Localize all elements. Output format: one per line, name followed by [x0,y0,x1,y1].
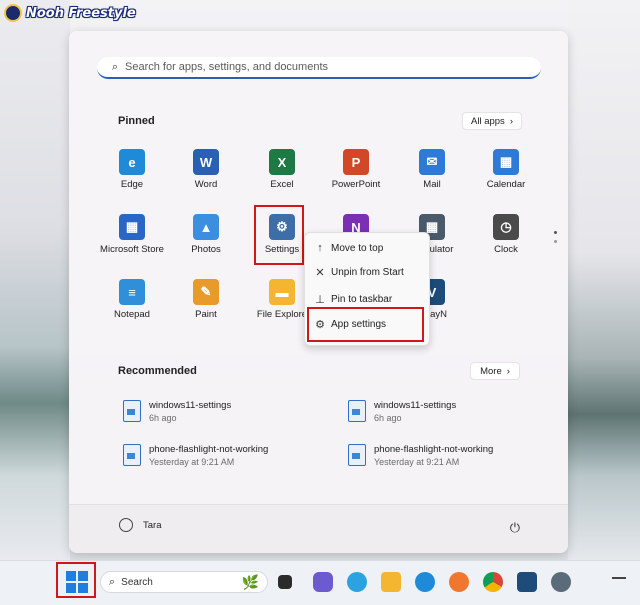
start-button-highlight-box [56,562,96,598]
pinned-page-dots [554,231,558,243]
start-search-box[interactable]: ⌕ [97,57,541,79]
edge-icon: e [119,149,145,175]
recommended-item-name: phone-flashlight-not-working [149,444,269,455]
pinned-app[interactable]: ▦ Microsoft Store [97,214,167,255]
taskbar-search-label: Search [121,576,153,588]
wallpaper-left [0,0,70,560]
recommended-item-time: Yesterday at 9:21 AM [374,457,460,467]
pinned-app-label: Clock [494,244,518,255]
start-footer: Tara ⏻ [69,504,568,553]
wallpaper-right [568,0,640,560]
pinned-app[interactable]: ✉ Mail [397,149,467,190]
pinned-app[interactable]: P PowerPoint [321,149,391,190]
recommended-item[interactable]: phone-flashlight-not-working Yesterday a… [123,444,268,467]
pinned-app-label: Photos [191,244,221,255]
pinned-app[interactable]: ◷ Clock [471,214,541,255]
recommended-item-time: 6h ago [149,413,177,423]
pinned-app-label: Word [194,179,218,190]
taskbar: ⌕ Search 🌿 [0,560,640,605]
user-account-button[interactable]: Tara [119,518,161,532]
chat-icon[interactable] [313,572,333,592]
watermark-text: Nooh Freestyle [26,5,136,21]
recommended-item-time: Yesterday at 9:21 AM [149,457,235,467]
arrow-up-icon: ↑ [317,242,323,254]
search-highlight-icon: 🌿 [241,573,259,590]
pinned-app-label: Excel [270,179,294,190]
calendar-icon: ▦ [493,149,519,175]
chevron-right-icon: › [506,365,510,377]
recommended-item-name: windows11-settings [149,400,232,411]
word-icon: W [193,149,219,175]
recommended-item-name: windows11-settings [374,400,457,411]
photos-icon: ▲ [193,214,219,240]
document-icon [348,444,366,466]
recommended-item-time: 6h ago [374,413,402,423]
pinned-title: Pinned [118,115,155,127]
pinned-app[interactable]: ▦ Calendar [471,149,541,190]
context-item-label: Move to top [331,242,384,254]
pinned-app[interactable]: ✎ Paint [171,279,241,320]
chevron-right-icon: › [509,115,513,127]
pinned-app-label: Microsoft Store [100,244,164,255]
recommended-item[interactable]: windows11-settings 6h ago [348,400,456,423]
pinned-app-label: Calendar [486,179,526,190]
pinned-app-label: Mail [423,179,441,190]
recommended-title: Recommended [118,365,197,377]
document-icon [123,400,141,422]
mail-icon: ✉ [419,149,445,175]
more-button[interactable]: More › [470,362,520,380]
pinned-app[interactable]: ▲ Photos [171,214,241,255]
excel-icon: X [269,149,295,175]
more-label: More [480,365,502,377]
unpin-icon: ✕ [315,266,325,279]
all-apps-label: All apps [471,115,505,127]
taskbar-search-box[interactable]: ⌕ Search 🌿 [100,571,268,593]
store-icon: ▦ [119,214,145,240]
file-explorer-icon: ▬ [269,279,295,305]
document-icon [123,444,141,466]
powerpoint-icon: P [343,149,369,175]
power-icon[interactable]: ⏻ [510,520,520,536]
pinned-app[interactable]: ≡ Notepad [97,279,167,320]
recommended-item[interactable]: windows11-settings 6h ago [123,400,231,423]
document-icon [348,400,366,422]
context-item-move-to-top[interactable]: ↑ Move to top [309,237,425,259]
pinned-app[interactable]: X Excel [247,149,317,190]
pin-icon: ⊥ [315,293,325,306]
recommended-item-name: phone-flashlight-not-working [374,444,494,455]
pinned-app[interactable]: W Word [171,149,241,190]
context-item-unpin-from-start[interactable]: ✕ Unpin from Start [309,261,425,283]
watermark: Nooh Freestyle [4,4,136,22]
settings-highlight-box [254,205,304,265]
context-item-label: Pin to taskbar [331,293,393,305]
pinned-app-label: PowerPoint [331,179,381,190]
start-search-input[interactable] [125,61,525,73]
search-icon: ⌕ [111,60,119,73]
task-view-icon[interactable] [278,575,292,589]
pinned-app-label: Paint [195,309,217,320]
settings-icon[interactable] [551,572,571,592]
firefox-icon[interactable] [449,572,469,592]
all-apps-button[interactable]: All apps › [462,112,522,130]
file-explorer-icon[interactable] [381,572,401,592]
edge-icon[interactable] [415,572,435,592]
context-item-label: Unpin from Start [331,266,404,278]
chevron-up-icon[interactable] [612,577,626,589]
recommended-item[interactable]: phone-flashlight-not-working Yesterday a… [348,444,493,467]
app-settings-highlight-box [307,307,424,342]
user-name: Tara [143,519,162,531]
notepad-icon: ≡ [119,279,145,305]
pinned-app-label: Notepad [114,309,150,320]
search-icon: ⌕ [109,575,116,588]
v2rayn-icon[interactable] [517,572,537,592]
pinned-app-label: Edge [120,179,144,190]
telegram-icon[interactable] [347,572,367,592]
user-avatar-icon [119,518,133,532]
pinned-app[interactable]: e Edge [97,149,167,190]
paint-icon: ✎ [193,279,219,305]
chrome-icon[interactable] [483,572,503,592]
clock-icon: ◷ [493,214,519,240]
watermark-logo-icon [4,4,22,22]
